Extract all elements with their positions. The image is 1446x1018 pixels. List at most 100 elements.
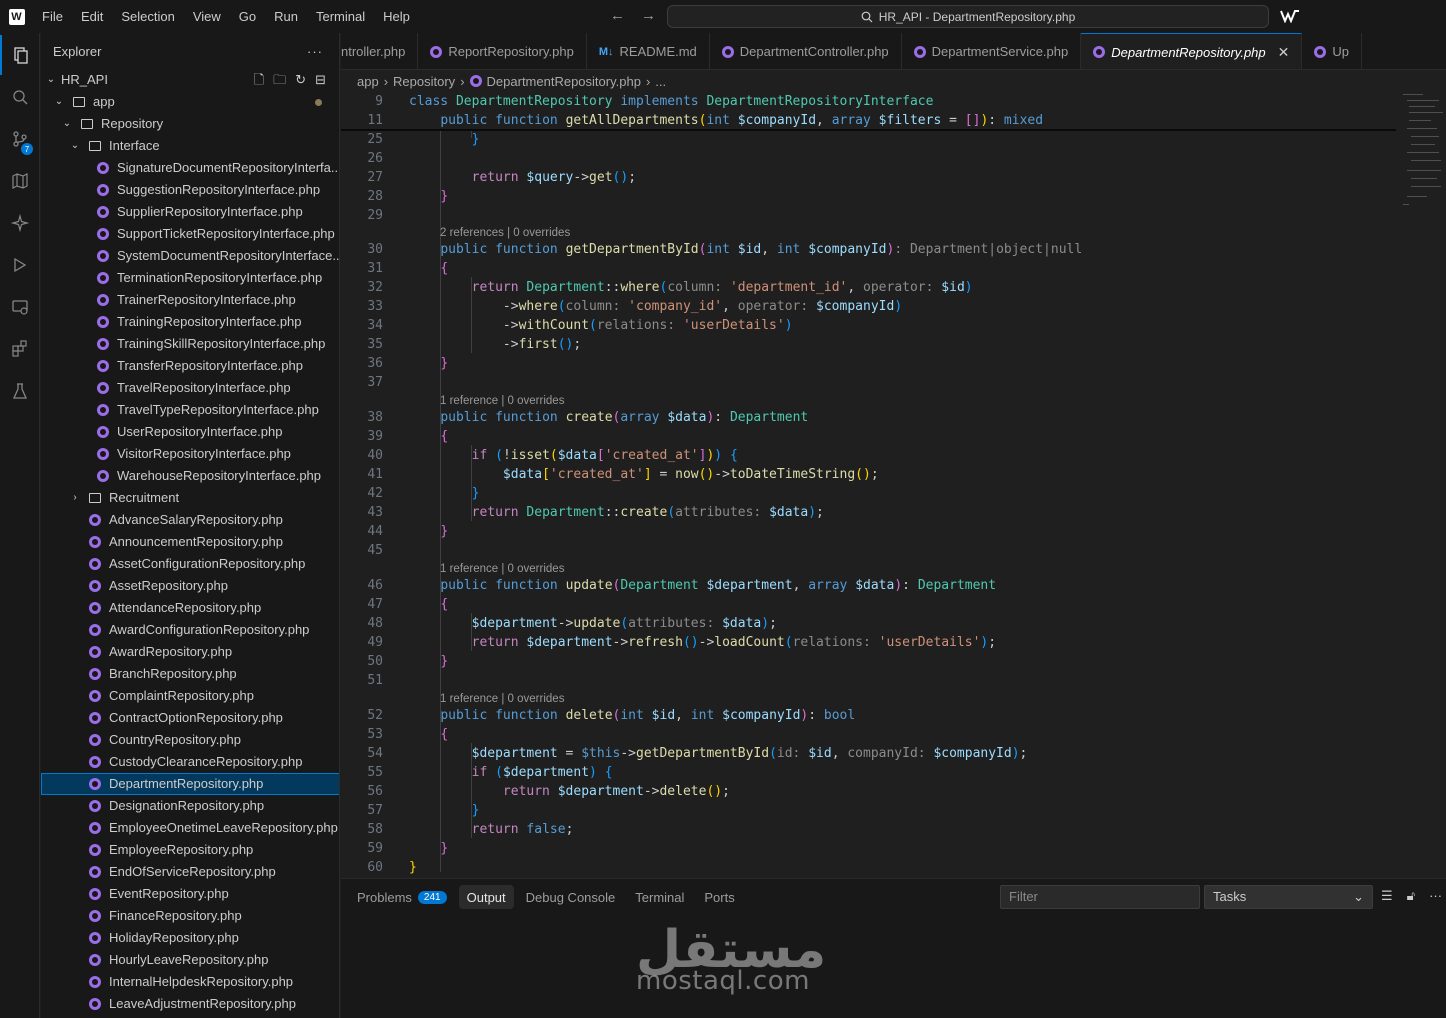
tab-debug-console[interactable]: Debug Console — [518, 885, 624, 909]
file-item[interactable]: TrainingRepositoryInterface.php — [41, 311, 339, 333]
output-channel-select[interactable]: Tasks ⌄ — [1204, 885, 1373, 909]
search-icon[interactable] — [0, 77, 40, 117]
file-item[interactable]: CountryRepository.php — [41, 729, 339, 751]
editor-tab[interactable]: Up — [1302, 33, 1362, 69]
tab-terminal[interactable]: Terminal — [627, 885, 692, 909]
testing-flask-icon[interactable] — [0, 371, 40, 411]
code-lens[interactable]: 1 reference | 0 overrides — [440, 691, 564, 707]
new-folder-icon[interactable]: 🗀 — [273, 69, 286, 91]
explorer-icon[interactable] — [0, 35, 40, 75]
breadcrumb-repository[interactable]: Repository — [393, 74, 455, 89]
file-item[interactable]: AttendanceRepository.php — [41, 597, 339, 619]
breadcrumb-file[interactable]: DepartmentRepository.php — [487, 74, 641, 89]
file-item[interactable]: TrainerRepositoryInterface.php — [41, 289, 339, 311]
file-item[interactable]: InternalHelpdeskRepository.php — [41, 971, 339, 993]
file-item[interactable]: HourlyLeaveRepository.php — [41, 949, 339, 971]
file-item[interactable]: DepartmentRepository.php — [41, 773, 339, 795]
php-file-icon — [97, 184, 109, 196]
file-item[interactable]: TransferRepositoryInterface.php — [41, 355, 339, 377]
file-item[interactable]: AnnouncementRepository.php — [41, 531, 339, 553]
new-file-icon[interactable]: 🗋 — [254, 69, 264, 91]
more-actions-icon[interactable]: ··· — [1429, 888, 1442, 904]
clear-output-icon[interactable]: ☰ — [1381, 888, 1393, 904]
folder-recruitment[interactable]: › Recruitment — [41, 487, 339, 509]
source-control-icon[interactable]: 7 — [0, 119, 40, 159]
file-item[interactable]: SignatureDocumentRepositoryInterfa... — [41, 157, 339, 179]
ai-sparkle-icon[interactable] — [0, 203, 40, 243]
breadcrumb-tail[interactable]: ... — [655, 74, 666, 89]
file-item[interactable]: EmployeeOnetimeLeaveRepository.php — [41, 817, 339, 839]
file-item[interactable]: AssetConfigurationRepository.php — [41, 553, 339, 575]
menu-run[interactable]: Run — [265, 0, 307, 33]
editor-tab[interactable]: ntroller.php — [341, 33, 419, 69]
tab-problems[interactable]: Problems 241 — [349, 885, 455, 909]
menu-edit[interactable]: Edit — [72, 0, 112, 33]
file-item[interactable]: DesignationRepository.php — [41, 795, 339, 817]
folder-app[interactable]: ⌄ app — [41, 91, 339, 113]
forward-arrow-icon[interactable]: → — [641, 7, 656, 24]
file-item[interactable]: VisitorRepositoryInterface.php — [41, 443, 339, 465]
code-editor[interactable]: 9 class DepartmentRepository implements D… — [341, 92, 1446, 878]
more-actions-icon[interactable]: ··· — [307, 44, 323, 59]
windsurf-logo-icon[interactable] — [1280, 9, 1300, 26]
output-filter-input[interactable]: Filter — [1000, 885, 1200, 909]
file-item[interactable]: HolidayRepository.php — [41, 927, 339, 949]
file-item[interactable]: ContractOptionRepository.php — [41, 707, 339, 729]
menu-terminal[interactable]: Terminal — [307, 0, 374, 33]
command-center[interactable]: HR_API - DepartmentRepository.php — [667, 5, 1269, 28]
file-item[interactable]: TravelTypeRepositoryInterface.php — [41, 399, 339, 421]
refresh-icon[interactable]: ↻ — [295, 69, 306, 91]
file-item[interactable]: SupplierRepositoryInterface.php — [41, 201, 339, 223]
file-item[interactable]: AssetRepository.php — [41, 575, 339, 597]
file-item[interactable]: EmployeeRepository.php — [41, 839, 339, 861]
folder-icon — [81, 119, 93, 129]
menu-help[interactable]: Help — [374, 0, 419, 33]
editor-tab[interactable]: DepartmentController.php — [710, 33, 902, 69]
menu-view[interactable]: View — [184, 0, 230, 33]
file-item[interactable]: WarehouseRepositoryInterface.php — [41, 465, 339, 487]
file-item[interactable]: SupportTicketRepositoryInterface.php — [41, 223, 339, 245]
editor-tab[interactable]: ReportRepository.php — [418, 33, 587, 69]
minimap[interactable] — [1401, 92, 1446, 212]
file-item[interactable]: ComplaintRepository.php — [41, 685, 339, 707]
file-item[interactable]: UserRepositoryInterface.php — [41, 421, 339, 443]
code-lens[interactable]: 1 reference | 0 overrides — [440, 393, 564, 409]
editor-tab[interactable]: DepartmentRepository.php ✕ — [1081, 33, 1303, 69]
extensions-icon[interactable] — [0, 329, 40, 369]
file-item[interactable]: SystemDocumentRepositoryInterface... — [41, 245, 339, 267]
project-root[interactable]: ⌄ HR_API 🗋 🗀 ↻ ⊟ — [41, 69, 339, 91]
file-item[interactable]: CustodyClearanceRepository.php — [41, 751, 339, 773]
file-item[interactable]: AwardRepository.php — [41, 641, 339, 663]
map-icon[interactable] — [0, 161, 40, 201]
code-lens[interactable]: 1 reference | 0 overrides — [440, 561, 564, 577]
back-arrow-icon[interactable]: ← — [610, 7, 625, 24]
line-number: 60 — [367, 860, 383, 875]
file-item[interactable]: TrainingSkillRepositoryInterface.php — [41, 333, 339, 355]
menu-file[interactable]: File — [33, 0, 72, 33]
editor-tab[interactable]: DepartmentService.php — [902, 33, 1082, 69]
folder-repository[interactable]: ⌄ Repository — [41, 113, 339, 135]
menu-go[interactable]: Go — [230, 0, 265, 33]
collapse-all-icon[interactable]: ⊟ — [315, 69, 326, 91]
file-item[interactable]: AwardConfigurationRepository.php — [41, 619, 339, 641]
editor-tab[interactable]: M↓ README.md — [587, 33, 710, 69]
file-item[interactable]: EndOfServiceRepository.php — [41, 861, 339, 883]
tab-ports[interactable]: Ports — [696, 885, 742, 909]
file-item[interactable]: BranchRepository.php — [41, 663, 339, 685]
code-lens[interactable]: 2 references | 0 overrides — [440, 225, 570, 241]
remote-explorer-icon[interactable] — [0, 287, 40, 327]
file-item[interactable]: AdvanceSalaryRepository.php — [41, 509, 339, 531]
tab-output[interactable]: Output — [458, 885, 514, 909]
lock-scroll-icon[interactable]: 🔓︎ — [1407, 888, 1415, 904]
file-item[interactable]: FinanceRepository.php — [41, 905, 339, 927]
file-item[interactable]: TravelRepositoryInterface.php — [41, 377, 339, 399]
breadcrumb-app[interactable]: app — [357, 74, 379, 89]
close-icon[interactable]: ✕ — [1278, 44, 1290, 61]
file-item[interactable]: SuggestionRepositoryInterface.php — [41, 179, 339, 201]
menu-selection[interactable]: Selection — [112, 0, 183, 33]
file-item[interactable]: TerminationRepositoryInterface.php — [41, 267, 339, 289]
file-item[interactable]: LeaveAdjustmentRepository.php — [41, 993, 339, 1015]
folder-interface[interactable]: ⌄ Interface — [41, 135, 339, 157]
run-debug-icon[interactable] — [0, 245, 40, 285]
file-item[interactable]: EventRepository.php — [41, 883, 339, 905]
